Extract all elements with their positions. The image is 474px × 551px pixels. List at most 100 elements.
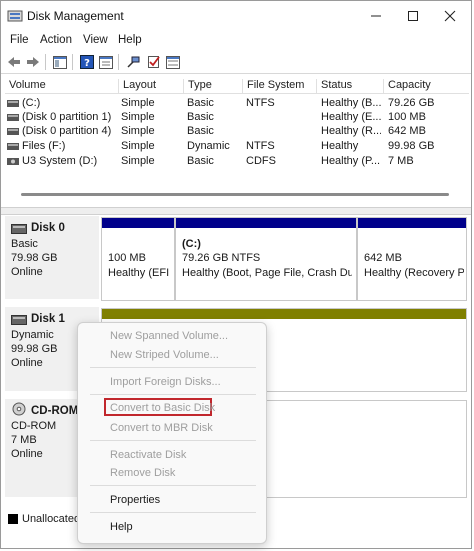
toolbar: ? bbox=[1, 51, 471, 74]
menu-bar: File Action View Help bbox=[1, 31, 471, 51]
column-header-capacity[interactable]: Capacity bbox=[383, 79, 431, 93]
disk1-name: Disk 1 bbox=[31, 313, 65, 325]
partition-bar bbox=[358, 218, 466, 228]
properties-icon bbox=[99, 55, 113, 69]
menu-item-new-spanned-volume[interactable]: New Spanned Volume... bbox=[110, 330, 228, 342]
volume-type: Basic bbox=[187, 111, 214, 123]
partition-c[interactable]: (C:) 79.26 GB NTFS Healthy (Boot, Page F… bbox=[175, 217, 357, 301]
disk1-state: Online bbox=[11, 357, 43, 369]
menu-item-reactivate-disk[interactable]: Reactivate Disk bbox=[110, 449, 186, 461]
volume-layout: Simple bbox=[121, 155, 155, 167]
partition-status: Healthy (EFI S bbox=[108, 267, 172, 279]
volume-file-system: NTFS bbox=[246, 97, 275, 109]
connect-icon bbox=[126, 56, 139, 68]
volume-capacity: 7 MB bbox=[388, 155, 414, 167]
close-button[interactable] bbox=[433, 5, 467, 27]
volume-status: Healthy (B... bbox=[321, 97, 381, 109]
unallocated-legend-swatch bbox=[8, 514, 18, 524]
menu-item-help[interactable]: Help bbox=[110, 521, 133, 533]
volume-capacity: 100 MB bbox=[388, 111, 426, 123]
column-header-type[interactable]: Type bbox=[183, 79, 212, 93]
toolbar-separator bbox=[118, 54, 119, 70]
maximize-button[interactable] bbox=[396, 5, 430, 27]
column-header-layout[interactable]: Layout bbox=[118, 79, 156, 93]
disk0-name: Disk 0 bbox=[31, 222, 65, 234]
volume-name: (Disk 0 partition 4) bbox=[22, 125, 112, 137]
partition-efi[interactable]: 100 MB Healthy (EFI S bbox=[101, 217, 175, 301]
menu-file[interactable]: File bbox=[10, 34, 29, 46]
volume-layout: Simple bbox=[121, 97, 155, 109]
toolbar-separator bbox=[72, 54, 73, 70]
cd-rom-icon bbox=[12, 402, 26, 416]
volume-capacity: 79.26 GB bbox=[388, 97, 435, 109]
volume-type: Dynamic bbox=[187, 140, 230, 152]
menu-item-convert-to-basic-disk[interactable]: Convert to Basic Disk bbox=[110, 402, 215, 414]
volume-row[interactable]: (C:) Simple Basic NTFS Healthy (B... 79.… bbox=[5, 97, 469, 111]
check-icon bbox=[148, 56, 160, 68]
volume-row[interactable]: (Disk 0 partition 1) Simple Basic Health… bbox=[5, 111, 469, 125]
hard-disk-icon bbox=[11, 315, 27, 325]
volume-layout: Simple bbox=[121, 111, 155, 123]
horizontal-scrollbar[interactable] bbox=[21, 193, 449, 196]
pane-splitter[interactable] bbox=[1, 207, 471, 215]
disk1-size: 99.98 GB bbox=[11, 343, 58, 355]
menu-item-import-foreign-disks[interactable]: Import Foreign Disks... bbox=[110, 376, 221, 388]
menu-separator bbox=[90, 367, 256, 368]
partition-size: 642 MB bbox=[364, 252, 402, 264]
toolbar-separator bbox=[45, 54, 46, 70]
partition-size: 100 MB bbox=[108, 252, 146, 264]
partition-recovery[interactable]: 642 MB Healthy (Recovery P bbox=[357, 217, 467, 301]
refresh-button[interactable] bbox=[165, 54, 181, 70]
disk0-size: 79.98 GB bbox=[11, 252, 58, 264]
menu-item-convert-to-mbr-disk[interactable]: Convert to MBR Disk bbox=[110, 422, 213, 434]
connect-button[interactable] bbox=[125, 54, 141, 70]
volume-row[interactable]: Files (F:) Simple Dynamic NTFS Healthy 9… bbox=[5, 140, 469, 154]
properties-button[interactable] bbox=[98, 54, 114, 70]
menu-separator bbox=[90, 485, 256, 486]
menu-help[interactable]: Help bbox=[118, 34, 142, 46]
partition-bar bbox=[176, 218, 356, 228]
volume-drive-icon bbox=[7, 114, 19, 121]
cdrom-state: Online bbox=[11, 448, 43, 460]
disk0-label-panel[interactable]: Disk 0 Basic 79.98 GB Online bbox=[5, 216, 99, 299]
partition-size: 79.26 GB NTFS bbox=[182, 252, 261, 264]
volume-name: (C:) bbox=[22, 97, 41, 109]
volume-type: Basic bbox=[187, 125, 214, 137]
column-header-volume[interactable]: Volume bbox=[5, 79, 46, 93]
menu-view[interactable]: View bbox=[83, 34, 108, 46]
title-bar[interactable]: Disk Management bbox=[1, 1, 471, 31]
volume-type: Basic bbox=[187, 97, 214, 109]
console-tree-button[interactable] bbox=[52, 54, 68, 70]
help-button[interactable]: ? bbox=[79, 54, 95, 70]
volume-name: Files (F:) bbox=[22, 140, 66, 152]
volume-type: Basic bbox=[187, 155, 214, 167]
column-header-file-system[interactable]: File System bbox=[242, 79, 304, 93]
volume-list-header: Volume Layout Type File System Status Ca… bbox=[5, 77, 469, 94]
menu-separator bbox=[90, 512, 256, 513]
column-header-status[interactable]: Status bbox=[316, 79, 352, 93]
svg-text:?: ? bbox=[84, 58, 90, 69]
menu-item-remove-disk[interactable]: Remove Disk bbox=[110, 467, 175, 479]
minimize-button[interactable] bbox=[359, 5, 393, 27]
unallocated-legend-label: Unallocated bbox=[22, 513, 81, 525]
menu-item-new-striped-volume[interactable]: New Striped Volume... bbox=[110, 349, 219, 361]
disk0-type: Basic bbox=[11, 238, 38, 250]
cdrom-name: CD-ROM bbox=[31, 405, 79, 417]
menu-separator bbox=[90, 394, 256, 395]
check-button[interactable] bbox=[146, 54, 162, 70]
disk0-state: Online bbox=[11, 266, 43, 278]
forward-button[interactable] bbox=[25, 54, 41, 70]
close-icon bbox=[444, 10, 456, 22]
volume-name: U3 System (D:) bbox=[22, 155, 98, 167]
menu-item-properties[interactable]: Properties bbox=[110, 494, 160, 506]
volume-row[interactable]: (Disk 0 partition 4) Simple Basic Health… bbox=[5, 125, 469, 139]
volume-row[interactable]: U3 System (D:) Simple Basic CDFS Healthy… bbox=[5, 155, 469, 169]
menu-action[interactable]: Action bbox=[40, 34, 72, 46]
partition-status: Healthy (Boot, Page File, Crash Dump bbox=[182, 267, 352, 279]
volume-file-system: NTFS bbox=[246, 140, 275, 152]
back-button[interactable] bbox=[6, 54, 22, 70]
partition-status: Healthy (Recovery P bbox=[364, 267, 464, 279]
partition-bar bbox=[102, 218, 174, 228]
volume-capacity: 99.98 GB bbox=[388, 140, 435, 152]
minimize-icon bbox=[371, 15, 381, 17]
